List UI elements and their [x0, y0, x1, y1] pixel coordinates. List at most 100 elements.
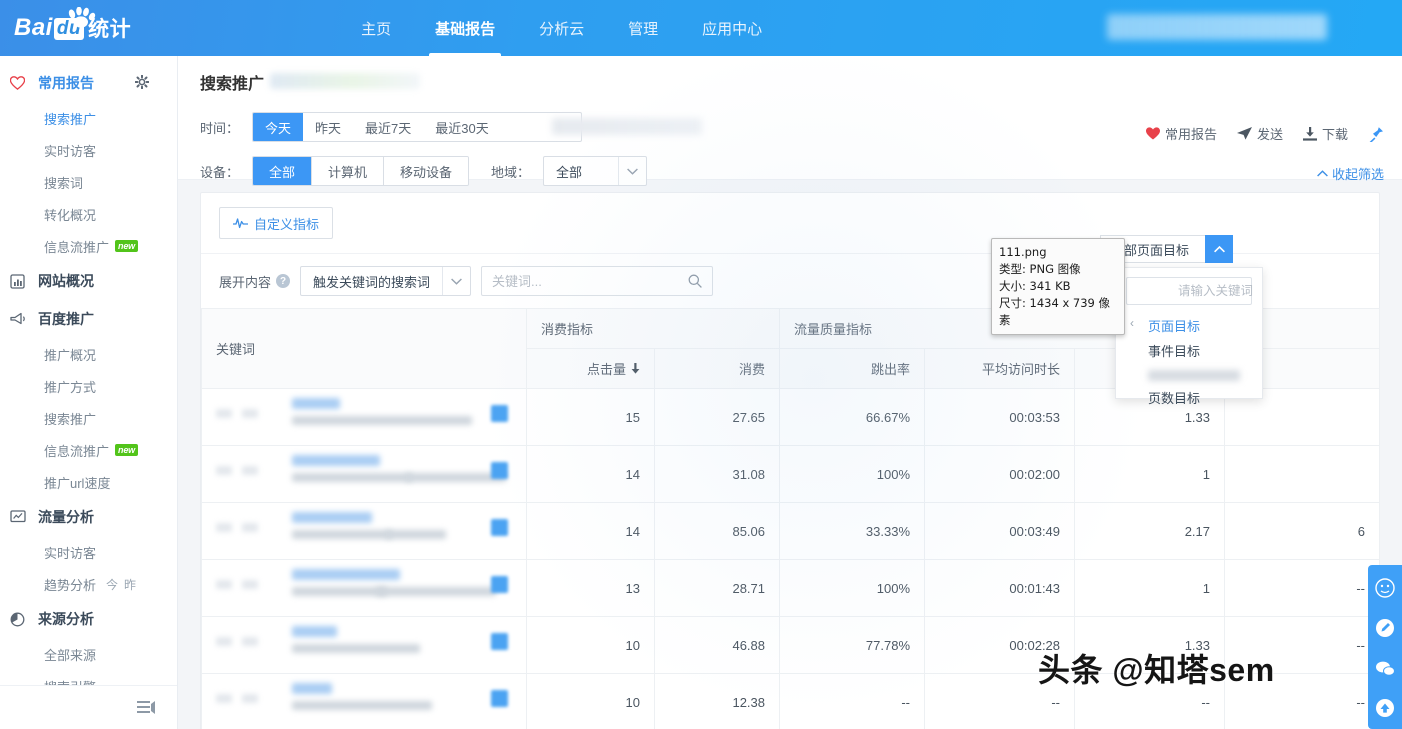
keyword-action-icon[interactable] — [491, 405, 508, 422]
keyword-name-redacted[interactable] — [292, 398, 340, 409]
expand-content-select[interactable]: 触发关键词的搜索词 — [300, 266, 472, 296]
conversion-search-box[interactable] — [1126, 277, 1296, 305]
sidebar-item-0-2[interactable]: 搜索词 — [0, 166, 177, 198]
send-button[interactable]: 发送 — [1236, 124, 1283, 143]
page-actions: 常用报告 发送 下载 — [1145, 124, 1384, 143]
keyword-search-box[interactable] — [481, 266, 714, 296]
feedback-smiley-icon[interactable] — [1374, 577, 1396, 599]
sidebar-item-2-0[interactable]: 推广概况 — [0, 338, 177, 370]
device-option-2[interactable]: 移动设备 — [384, 157, 469, 185]
chevron-left-icon[interactable]: ‹ — [1130, 316, 1134, 330]
question-icon[interactable]: ? — [276, 274, 291, 288]
chat-bubble-icon[interactable] — [1374, 657, 1396, 679]
sidebar-group-1[interactable]: 网站概况 — [0, 262, 177, 300]
keyword-checkbox-redacted[interactable] — [216, 694, 232, 703]
monitor-icon — [10, 510, 34, 524]
chevron-down-icon — [442, 267, 470, 295]
keyword-action-icon[interactable] — [491, 519, 508, 536]
nav-item-3[interactable]: 管理 — [606, 0, 680, 56]
keyword-name-redacted[interactable] — [292, 569, 400, 580]
keyword-cell[interactable] — [201, 559, 527, 617]
keyword-cell[interactable] — [201, 388, 527, 446]
nav-item-2[interactable]: 分析云 — [517, 0, 606, 56]
device-option-1[interactable]: 计算机 — [312, 157, 385, 185]
keyword-checkbox-redacted[interactable] — [216, 466, 232, 475]
th-col-3[interactable]: 平均访问时长 — [924, 348, 1076, 389]
sidebar-item-today-link[interactable]: 今 — [106, 576, 118, 593]
search-icon[interactable] — [688, 274, 702, 288]
time-option-3[interactable]: 最近30天 — [423, 113, 501, 141]
conversion-option-1[interactable]: 事件目标 — [1126, 338, 1252, 363]
sidebar-item-4-0[interactable]: 全部来源 — [0, 638, 177, 670]
scroll-top-icon[interactable] — [1374, 697, 1396, 719]
keyword-action-icon[interactable] — [491, 633, 508, 650]
th-col-0[interactable]: 点击量 — [526, 348, 655, 389]
keyword-checkbox-redacted[interactable] — [216, 580, 232, 589]
table-row[interactable]: 10 12.38 -- -- -- -- — [201, 673, 1381, 729]
keyword-name-redacted[interactable] — [292, 512, 372, 523]
baidu-tongji-logo[interactable]: Bai du 统计 — [14, 7, 131, 40]
th-col-1[interactable]: 消费 — [653, 348, 781, 389]
pencil-edit-icon[interactable] — [1374, 617, 1396, 639]
keyword-checkbox-redacted[interactable] — [216, 637, 232, 646]
conversion-search-input[interactable] — [1135, 284, 1296, 298]
conversion-option-2[interactable] — [1126, 363, 1252, 385]
sidebar-item-4-1[interactable]: 搜索引擎 — [0, 670, 177, 686]
sidebar-item-0-3[interactable]: 转化概况 — [0, 198, 177, 230]
table-row[interactable]: 14 31.08 100% 00:02:00 1 — [201, 445, 1381, 503]
custom-metrics-button[interactable]: 自定义指标 — [219, 207, 334, 239]
conversion-toggle-button[interactable] — [1205, 235, 1234, 263]
nav-item-4[interactable]: 应用中心 — [680, 0, 784, 56]
keyword-action-icon[interactable] — [491, 462, 508, 479]
sidebar-item-0-0[interactable]: 搜索推广 — [0, 102, 177, 134]
page-subtitle-redacted — [270, 73, 421, 89]
sidebar-item-2-4[interactable]: 推广url速度 — [0, 466, 177, 498]
time-option-1[interactable]: 昨天 — [303, 113, 354, 141]
sidebar-group-4[interactable]: 来源分析 — [0, 600, 177, 638]
collapse-filter-button[interactable]: 收起筛选 — [1317, 164, 1384, 183]
table-row[interactable]: 14 85.06 33.33% 00:03:49 2.17 6 — [201, 502, 1381, 560]
arrow-down-icon[interactable] — [631, 362, 640, 377]
keyword-cell[interactable] — [201, 616, 527, 674]
sidebar-item-3-1[interactable]: 趋势分析今昨 — [0, 568, 177, 600]
sidebar-group-3[interactable]: 流量分析 — [0, 498, 177, 536]
sidebar-item-2-1[interactable]: 推广方式 — [0, 370, 177, 402]
sidebar-item-3-0[interactable]: 实时访客 — [0, 536, 177, 568]
favorite-report-button[interactable]: 常用报告 — [1145, 124, 1217, 143]
keyword-checkbox-redacted[interactable] — [216, 523, 232, 532]
time-option-2[interactable]: 最近7天 — [353, 113, 424, 141]
table-row[interactable]: 13 28.71 100% 00:01:43 1 -- — [201, 559, 1381, 617]
sidebar-item-0-4[interactable]: 信息流推广 new — [0, 230, 177, 262]
sidebar-item-0-1[interactable]: 实时访客 — [0, 134, 177, 166]
nav-item-1[interactable]: 基础报告 — [413, 0, 517, 56]
table-row[interactable]: 10 46.88 77.78% 00:02:28 1.33 -- — [201, 616, 1381, 674]
sidebar-item-yesterday-link[interactable]: 昨 — [124, 576, 136, 593]
sidebar-item-2-3[interactable]: 信息流推广 new — [0, 434, 177, 466]
time-option-0[interactable]: 今天 — [253, 113, 304, 141]
keyword-action-icon[interactable] — [491, 690, 508, 707]
keyword-checkbox-redacted[interactable] — [216, 409, 232, 418]
keyword-name-redacted[interactable] — [292, 455, 380, 466]
keyword-action-icon[interactable] — [491, 576, 508, 593]
download-button[interactable]: 下载 — [1302, 124, 1348, 143]
sidebar-group-2[interactable]: 百度推广 — [0, 300, 177, 338]
conversion-option-3[interactable]: 页数目标 — [1126, 385, 1252, 410]
keyword-cell[interactable] — [201, 673, 527, 729]
sidebar-item-2-2[interactable]: 搜索推广 — [0, 402, 177, 434]
cell-avg-pages: 2.17 — [1074, 502, 1226, 560]
keyword-name-redacted[interactable] — [292, 683, 332, 694]
conversion-option-0[interactable]: ‹ 页面目标 — [1126, 313, 1252, 338]
gear-icon[interactable] — [134, 74, 150, 92]
th-col-2[interactable]: 跳出率 — [779, 348, 926, 389]
sidebar-group-0[interactable]: 常用报告 — [0, 64, 177, 102]
keyword-cell[interactable] — [201, 445, 527, 503]
keyword-cell[interactable] — [201, 502, 527, 560]
pin-button[interactable] — [1368, 126, 1384, 142]
keyword-search-input[interactable] — [492, 273, 689, 289]
region-select[interactable]: 全部 — [543, 156, 648, 186]
collapse-menu-icon[interactable] — [137, 700, 155, 715]
device-option-0[interactable]: 全部 — [253, 157, 313, 185]
nav-item-0[interactable]: 主页 — [339, 0, 413, 56]
keyword-cell-inner — [216, 397, 512, 437]
keyword-name-redacted[interactable] — [292, 626, 337, 637]
